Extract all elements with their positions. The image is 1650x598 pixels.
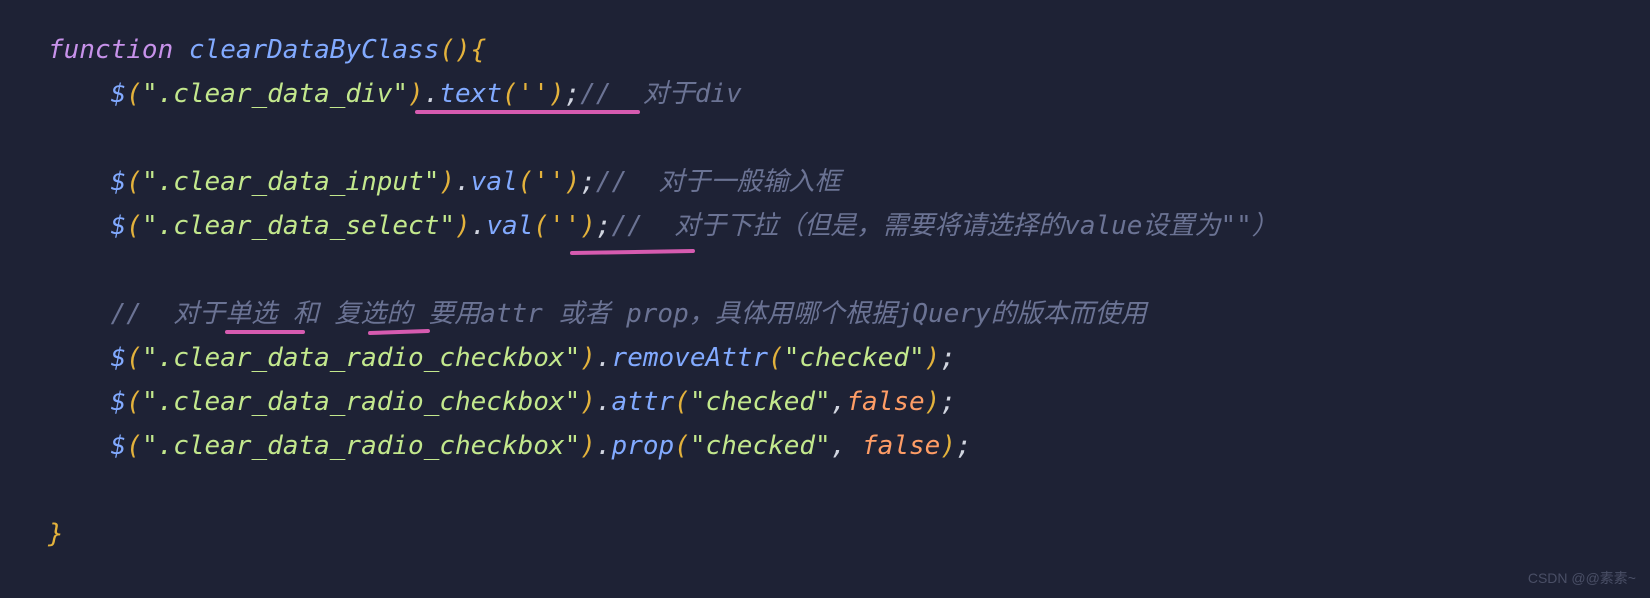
- token-string: ".clear_data_select": [142, 211, 455, 241]
- token-paren: (: [126, 387, 142, 417]
- token-string: ".clear_data_input": [142, 167, 439, 197]
- token-args: (''): [518, 167, 581, 197]
- token-string: ".clear_data_div": [142, 79, 408, 109]
- token-semi: ;: [940, 387, 956, 417]
- token-boolean: false: [846, 387, 924, 417]
- token-paren: (: [126, 431, 142, 461]
- token-comment: // 对于下拉（但是，需要将请选择的value设置为""）: [612, 211, 1278, 241]
- token-dollar: $: [111, 211, 127, 241]
- token-semi: ;: [956, 431, 972, 461]
- token-keyword: function: [48, 35, 173, 65]
- token-paren: (: [674, 431, 690, 461]
- watermark-text: CSDN @@素素~: [1528, 568, 1636, 588]
- token-dot: .: [471, 211, 487, 241]
- token-string: ".clear_data_radio_checkbox": [142, 343, 580, 373]
- token-indent: [48, 431, 111, 461]
- token-string: "checked": [784, 343, 925, 373]
- token-indent: [48, 387, 111, 417]
- token-string: ".clear_data_radio_checkbox": [142, 431, 580, 461]
- token-string: "checked": [690, 387, 831, 417]
- blank-line: [48, 475, 64, 505]
- token-dollar: $: [111, 431, 127, 461]
- token-paren: ): [580, 343, 596, 373]
- token-comment: // 对于一般输入框: [596, 167, 841, 197]
- token-string: ".clear_data_radio_checkbox": [142, 387, 580, 417]
- token-paren: (: [674, 387, 690, 417]
- annotation-underline: [225, 330, 305, 334]
- token-comment: // 对于div: [580, 79, 742, 109]
- token-args: (''): [502, 79, 565, 109]
- token-function-name: clearDataByClass: [189, 35, 439, 65]
- token-paren: ): [925, 387, 941, 417]
- token-paren: (: [126, 167, 142, 197]
- token-space: [173, 35, 189, 65]
- token-dot: .: [424, 79, 440, 109]
- token-method: val: [471, 167, 518, 197]
- token-paren: ): [580, 431, 596, 461]
- token-dollar: $: [111, 343, 127, 373]
- token-indent: [48, 299, 111, 329]
- token-args: (''): [533, 211, 596, 241]
- token-paren: (: [126, 343, 142, 373]
- token-paren: (: [126, 211, 142, 241]
- token-method: removeAttr: [612, 343, 769, 373]
- token-dollar: $: [111, 167, 127, 197]
- token-brace: }: [48, 519, 64, 549]
- token-dot: .: [455, 167, 471, 197]
- token-paren: (: [768, 343, 784, 373]
- token-paren: ): [925, 343, 941, 373]
- token-paren: ): [408, 79, 424, 109]
- token-method: text: [439, 79, 502, 109]
- code-block: function clearDataByClass(){ $(".clear_d…: [0, 0, 1650, 556]
- token-comma: ,: [831, 431, 862, 461]
- token-paren: (: [126, 79, 142, 109]
- token-paren: ): [455, 211, 471, 241]
- blank-line: [48, 255, 64, 285]
- token-brace: (){: [439, 35, 486, 65]
- token-comment: // 对于单选 和 复选的 要用attr 或者 prop，具体用哪个根据jQue…: [111, 299, 1147, 329]
- token-semi: ;: [580, 167, 596, 197]
- token-string: "checked": [690, 431, 831, 461]
- token-semi: ;: [940, 343, 956, 373]
- annotation-underline: [415, 110, 640, 114]
- token-paren: ): [580, 387, 596, 417]
- token-semi: ;: [596, 211, 612, 241]
- token-semi: ;: [565, 79, 581, 109]
- token-paren: ): [940, 431, 956, 461]
- token-method: val: [486, 211, 533, 241]
- token-dollar: $: [111, 79, 127, 109]
- token-method: attr: [612, 387, 675, 417]
- token-dot: .: [596, 343, 612, 373]
- token-dot: .: [596, 431, 612, 461]
- token-indent: [48, 79, 111, 109]
- token-indent: [48, 211, 111, 241]
- blank-line: [48, 123, 64, 153]
- token-paren: ): [439, 167, 455, 197]
- token-indent: [48, 167, 111, 197]
- token-boolean: false: [862, 431, 940, 461]
- token-dot: .: [596, 387, 612, 417]
- token-indent: [48, 343, 111, 373]
- token-dollar: $: [111, 387, 127, 417]
- token-comma: ,: [831, 387, 847, 417]
- token-method: prop: [612, 431, 675, 461]
